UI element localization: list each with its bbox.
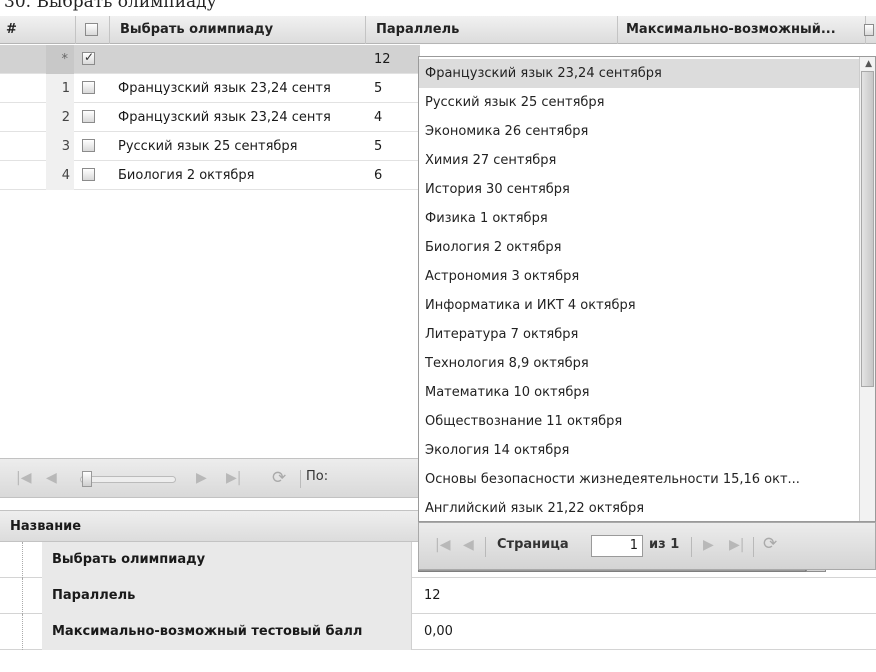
max-score-value[interactable]: 0,00 bbox=[418, 614, 453, 650]
dropdown-item[interactable]: Русский язык 25 сентября bbox=[419, 88, 859, 117]
column-header-num[interactable]: # bbox=[0, 16, 76, 44]
pager-divider bbox=[485, 537, 486, 557]
dropdown-pager: |◀ ◀ Страница 1 из 1 ▶ ▶| ⟳ bbox=[418, 522, 876, 570]
row-parallel-cell[interactable]: 5 bbox=[374, 132, 418, 161]
row-olympiad-cell[interactable]: Русский язык 25 сентября bbox=[118, 132, 364, 161]
page-slider-thumb[interactable] bbox=[82, 471, 92, 487]
page-size-label: По: bbox=[306, 469, 329, 484]
pager-divider bbox=[753, 537, 754, 557]
dropdown-item[interactable]: Экономика 26 сентября bbox=[419, 117, 859, 146]
row-olympiad-cell[interactable]: Биология 2 октября bbox=[118, 161, 364, 190]
row-checkbox[interactable] bbox=[82, 81, 95, 94]
dropdown-item[interactable]: Экология 14 октября bbox=[419, 436, 859, 465]
page-count-label: из 1 bbox=[649, 537, 680, 552]
first-page-icon[interactable]: |◀ bbox=[16, 470, 31, 486]
row-checkbox[interactable] bbox=[82, 110, 95, 123]
last-page-icon[interactable]: ▶| bbox=[729, 537, 744, 553]
caption-fragment: 30. Выбрать олимпиаду bbox=[4, 0, 217, 12]
dropdown-item[interactable]: Технология 8,9 октября bbox=[419, 349, 859, 378]
row-checkbox[interactable] bbox=[82, 139, 95, 152]
column-header-parallel[interactable]: Параллель bbox=[366, 16, 618, 44]
olympiad-dropdown-list: Французский язык 23,24 сентября Русский … bbox=[418, 56, 876, 522]
dropdown-item[interactable]: Английский язык 21,22 октября bbox=[419, 494, 859, 521]
table-row[interactable]: 1 Французский язык 23,24 сентя 5 bbox=[0, 74, 420, 103]
prev-page-icon[interactable]: ◀ bbox=[46, 470, 57, 486]
tree-line bbox=[22, 542, 42, 578]
dropdown-item[interactable]: Астрономия 3 октября bbox=[419, 262, 859, 291]
row-parallel-cell[interactable]: 5 bbox=[374, 74, 418, 103]
tree-line bbox=[22, 614, 42, 650]
table-row[interactable]: 4 Биология 2 октября 6 bbox=[0, 161, 420, 190]
row-checkbox[interactable] bbox=[82, 168, 95, 181]
refresh-icon[interactable]: ⟳ bbox=[763, 534, 777, 554]
next-page-icon[interactable]: ▶ bbox=[703, 537, 714, 553]
table-row[interactable]: 2 Французский язык 23,24 сентя 4 bbox=[0, 103, 420, 132]
row-number: 1 bbox=[46, 74, 74, 103]
dropdown-item[interactable]: Математика 10 октября bbox=[419, 378, 859, 407]
row-olympiad-cell[interactable]: Французский язык 23,24 сентя bbox=[118, 103, 364, 132]
property-label: Параллель bbox=[42, 578, 412, 614]
row-olympiad-cell[interactable] bbox=[118, 45, 364, 74]
dropdown-item[interactable]: Французский язык 23,24 сентября bbox=[419, 59, 859, 88]
grid-header: # Выбрать олимпиаду Параллель Максимальн… bbox=[0, 16, 876, 44]
scrollbar-thumb[interactable] bbox=[861, 71, 874, 387]
page-slider-track[interactable] bbox=[80, 476, 176, 483]
table-row[interactable]: 3 Русский язык 25 сентября 5 bbox=[0, 132, 420, 161]
pager-divider bbox=[691, 537, 692, 557]
last-page-icon[interactable]: ▶| bbox=[226, 470, 241, 486]
column-header-max-score[interactable]: Максимально-возможный... bbox=[618, 16, 866, 44]
row-checkbox[interactable] bbox=[82, 50, 95, 65]
parallel-value[interactable]: 12 bbox=[418, 578, 441, 614]
next-page-icon[interactable]: ▶ bbox=[196, 470, 207, 486]
row-number: * bbox=[46, 45, 74, 74]
dropdown-item[interactable]: Биология 2 октября bbox=[419, 233, 859, 262]
refresh-icon[interactable]: ⟳ bbox=[272, 468, 286, 488]
column-menu-toggle-icon[interactable] bbox=[864, 24, 874, 36]
tree-line bbox=[22, 578, 42, 614]
table-row-new[interactable]: * 12 bbox=[0, 45, 420, 74]
row-olympiad-cell[interactable]: Французский язык 23,24 сентя bbox=[118, 74, 364, 103]
column-header-select-all[interactable] bbox=[76, 16, 110, 44]
dropdown-item[interactable]: Информатика и ИКТ 4 октября bbox=[419, 291, 859, 320]
row-parallel-cell[interactable]: 12 bbox=[374, 45, 418, 74]
scroll-up-icon[interactable]: ▲ bbox=[865, 59, 872, 69]
property-label: Максимально-возможный тестовый балл bbox=[42, 614, 412, 650]
row-number: 3 bbox=[46, 132, 74, 161]
row-number: 4 bbox=[46, 161, 74, 190]
dropdown-item[interactable]: Обществознание 11 октября bbox=[419, 407, 859, 436]
property-row-max-score: Максимально-возможный тестовый балл 0,00 bbox=[0, 614, 876, 650]
property-name-header: Название bbox=[10, 519, 82, 534]
prev-page-icon[interactable]: ◀ bbox=[463, 537, 474, 553]
page-number-input[interactable]: 1 bbox=[591, 535, 643, 557]
property-label: Выбрать олимпиаду bbox=[42, 542, 412, 578]
dropdown-item[interactable]: История 30 сентября bbox=[419, 175, 859, 204]
dropdown-item[interactable]: Физика 1 октября bbox=[419, 204, 859, 233]
grid-pager: |◀ ◀ ▶ ▶| ⟳ По: bbox=[0, 458, 420, 498]
dropdown-item[interactable]: Основы безопасности жизнедеятельности 15… bbox=[419, 465, 859, 494]
row-parallel-cell[interactable]: 6 bbox=[374, 161, 418, 190]
pager-divider bbox=[300, 470, 301, 488]
first-page-icon[interactable]: |◀ bbox=[435, 537, 450, 553]
property-row-parallel: Параллель 12 bbox=[0, 578, 876, 614]
row-parallel-cell[interactable]: 4 bbox=[374, 103, 418, 132]
dropdown-item[interactable]: Химия 27 сентября bbox=[419, 146, 859, 175]
column-header-olympiad[interactable]: Выбрать олимпиаду bbox=[110, 16, 366, 44]
select-all-checkbox[interactable] bbox=[85, 23, 98, 36]
row-number: 2 bbox=[46, 103, 74, 132]
dropdown-item[interactable]: Литература 7 октября bbox=[419, 320, 859, 349]
page-label: Страница bbox=[497, 537, 569, 552]
dropdown-scrollbar[interactable]: ▲ bbox=[859, 57, 875, 521]
